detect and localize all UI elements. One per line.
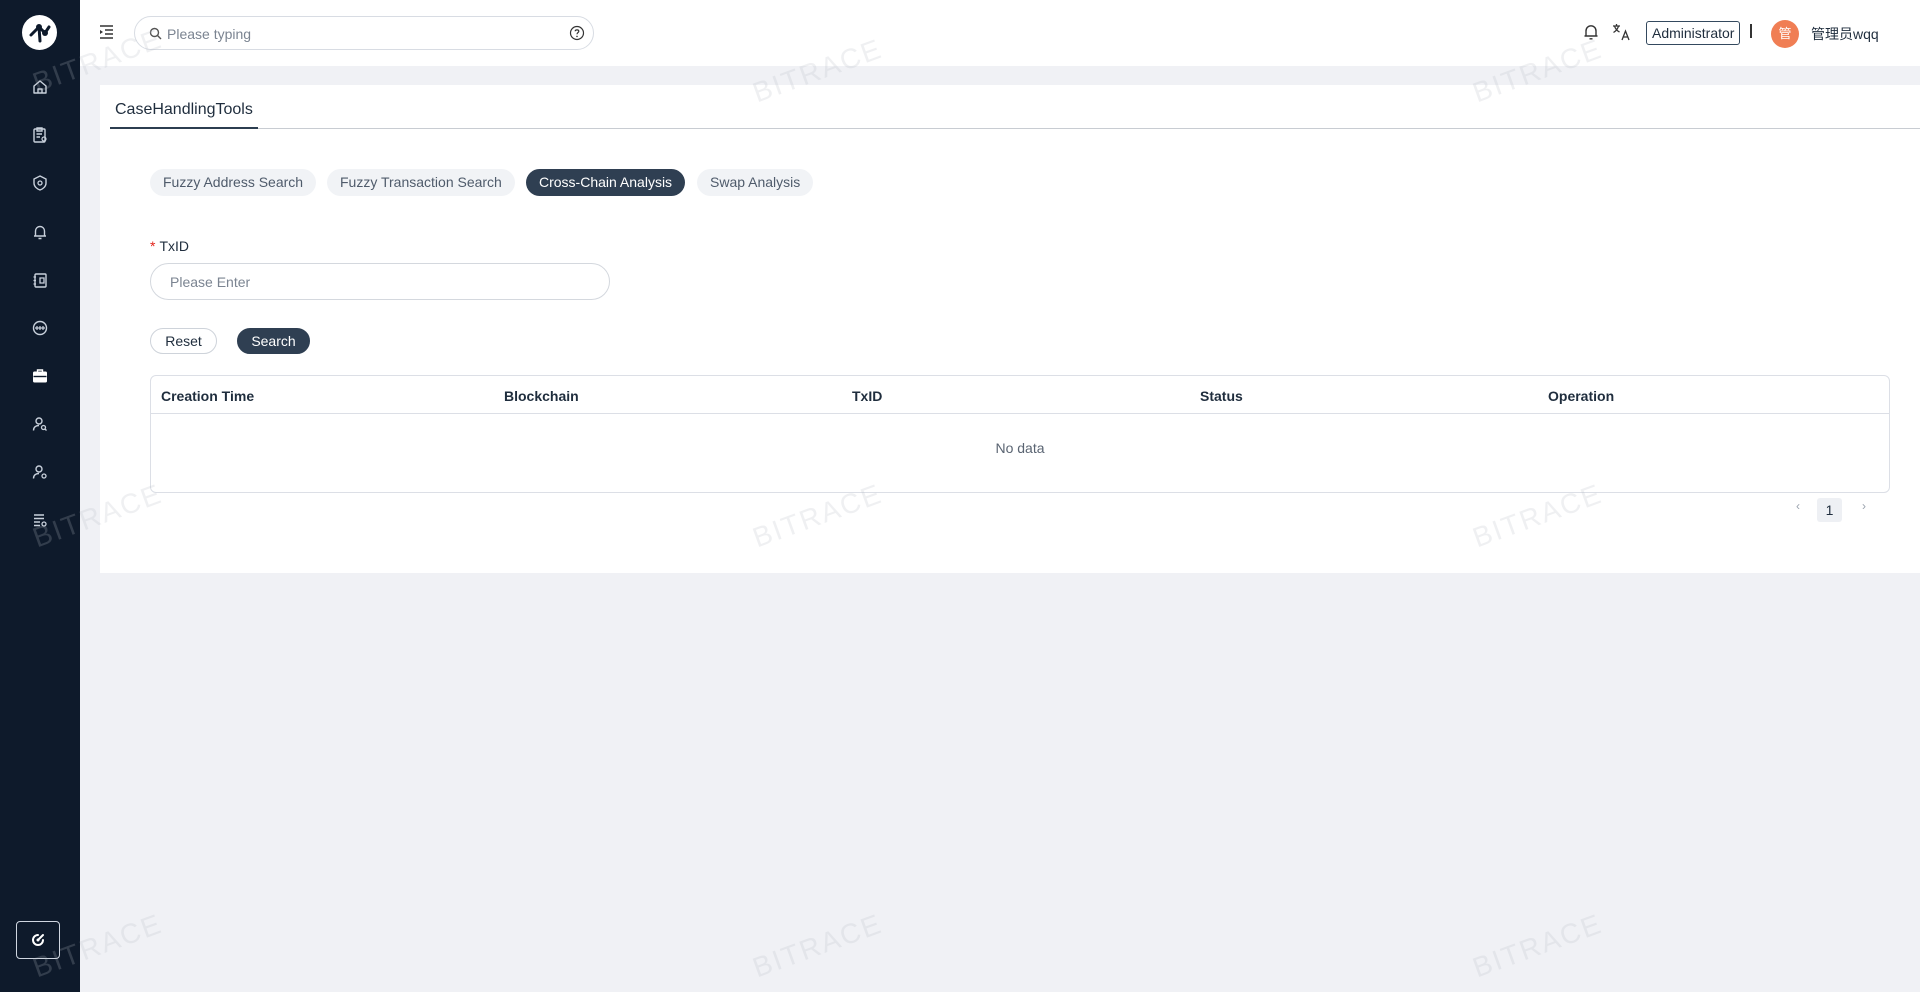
- notebook-icon: [33, 273, 47, 288]
- search-button[interactable]: Search: [237, 328, 310, 354]
- alert-bell-icon: [34, 225, 46, 240]
- tab-case-handling-tools[interactable]: CaseHandlingTools: [110, 85, 258, 129]
- pagination-page-1[interactable]: 1: [1817, 498, 1842, 522]
- sidebar-item-chain[interactable]: [28, 316, 52, 340]
- user-settings-icon: [32, 465, 47, 479]
- main-card: CaseHandlingTools Fuzzy Address Search F…: [100, 85, 1920, 573]
- search-icon: [149, 27, 162, 40]
- column-header-txid[interactable]: TxID: [852, 388, 882, 404]
- reset-button[interactable]: Reset: [150, 328, 217, 354]
- refresh-button[interactable]: [16, 921, 60, 959]
- chain-icon: [32, 320, 48, 336]
- results-table: Creation Time Blockchain TxID Status Ope…: [150, 375, 1890, 493]
- sidebar-item-list-settings[interactable]: [28, 508, 52, 532]
- sidebar-item-alerts[interactable]: [28, 220, 52, 244]
- sidebar: [0, 0, 80, 992]
- table-empty-text: No data: [995, 440, 1045, 456]
- refresh-icon: [32, 934, 44, 946]
- avatar[interactable]: 管: [1771, 20, 1799, 48]
- home-icon: [33, 80, 47, 94]
- watermark: BITRACE: [748, 907, 887, 984]
- case-report-icon: [33, 127, 47, 143]
- sidebar-item-notebook[interactable]: [28, 268, 52, 292]
- menu-fold-icon: [100, 25, 113, 39]
- list-settings-icon: [34, 514, 47, 527]
- shield-icon: [33, 175, 47, 191]
- pagination-prev-button[interactable]: ‹: [1791, 499, 1805, 513]
- toolbox-icon: [33, 369, 47, 383]
- sidebar-item-shield[interactable]: [28, 171, 52, 195]
- watermark: BITRACE: [1468, 907, 1607, 984]
- help-icon[interactable]: [569, 25, 585, 41]
- user-search-icon: [32, 417, 47, 431]
- notifications-button[interactable]: [1582, 22, 1600, 47]
- segment-swap-analysis[interactable]: Swap Analysis: [697, 169, 814, 196]
- column-header-operation[interactable]: Operation: [1548, 388, 1614, 404]
- column-header-creation-time[interactable]: Creation Time: [161, 388, 254, 404]
- column-header-blockchain[interactable]: Blockchain: [504, 388, 579, 404]
- username[interactable]: 管理员wqq: [1811, 24, 1879, 44]
- global-search: [134, 16, 594, 50]
- required-mark: *: [150, 238, 156, 254]
- global-search-input[interactable]: [167, 24, 547, 44]
- bell-icon: [1584, 25, 1598, 40]
- app-logo[interactable]: [22, 15, 57, 50]
- sidebar-item-home[interactable]: [28, 75, 52, 99]
- role-badge: Administrator: [1646, 21, 1741, 45]
- page-tabbar: CaseHandlingTools: [110, 85, 1920, 129]
- sidebar-item-case-report[interactable]: [28, 123, 52, 147]
- txid-input[interactable]: [150, 263, 610, 300]
- language-switch[interactable]: [1611, 22, 1631, 47]
- translate-icon: [1613, 24, 1630, 41]
- sidebar-item-user-search[interactable]: [28, 412, 52, 436]
- table-header: Creation Time Blockchain TxID Status Ope…: [151, 376, 1889, 414]
- header-divider: [1750, 24, 1752, 38]
- sidebar-item-toolbox[interactable]: [28, 364, 52, 388]
- txid-label-text: TxID: [159, 238, 190, 254]
- menu-toggle-button[interactable]: [98, 22, 116, 42]
- sidebar-item-user-settings[interactable]: [28, 460, 52, 484]
- segment-fuzzy-address-search[interactable]: Fuzzy Address Search: [150, 169, 317, 196]
- segment-fuzzy-transaction-search[interactable]: Fuzzy Transaction Search: [327, 169, 515, 196]
- txid-label: * TxID: [150, 238, 189, 254]
- segment-cross-chain-analysis[interactable]: Cross-Chain Analysis: [526, 169, 686, 196]
- pagination-next-button[interactable]: ›: [1857, 499, 1871, 513]
- top-header: Administrator 管 管理员wqq: [80, 0, 1920, 66]
- column-header-status[interactable]: Status: [1200, 388, 1243, 404]
